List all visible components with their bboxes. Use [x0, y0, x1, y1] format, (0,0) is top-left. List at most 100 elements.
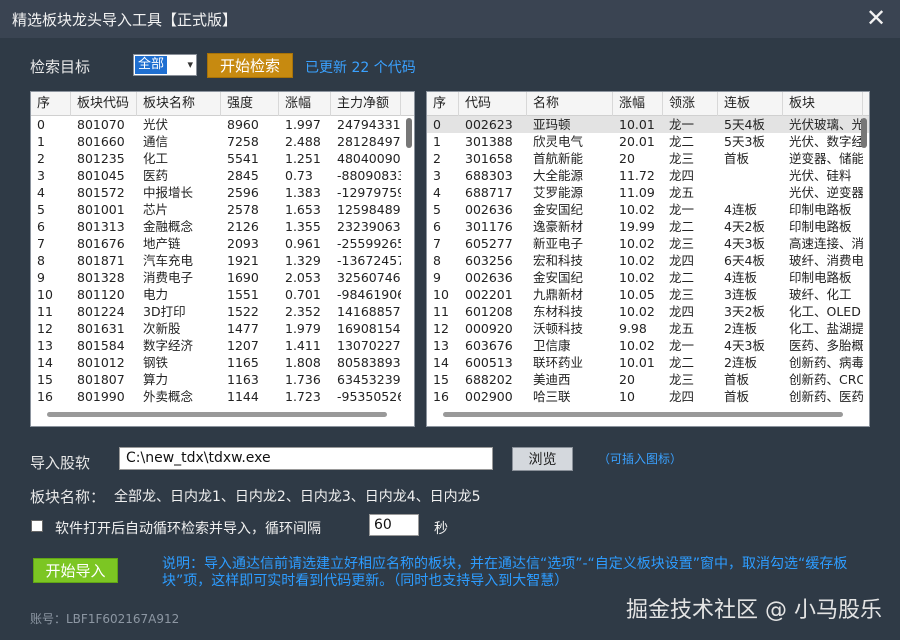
table-cell: 1.383 [285, 185, 321, 200]
table-row[interactable]: 2 801235 化工 5541 1.251 480400904 [31, 150, 414, 167]
table-row[interactable]: 3 801045 医药 2845 0.73 -88090833 [31, 167, 414, 184]
table-cell: 1690 [227, 270, 259, 285]
table-cell: 3天2板 [724, 304, 765, 319]
table-row[interactable]: 3 688303 大全能源 11.72 龙四 光伏、硅料 [427, 167, 869, 184]
table-cell: 801012 [77, 355, 125, 370]
column-header[interactable]: 板块 [783, 92, 863, 116]
table-row[interactable]: 10 801120 电力 1551 0.701 -98461906 [31, 286, 414, 303]
column-header[interactable]: 序 [427, 92, 459, 116]
table-cell: 1.251 [285, 151, 321, 166]
table-row[interactable]: 8 603256 宏和科技 10.02 龙四 6天4板 玻纤、消费电 [427, 252, 869, 269]
table-cell: 301176 [465, 219, 513, 234]
table-cell: 龙一 [669, 117, 695, 132]
table-row[interactable]: 5 002636 金安国纪 10.02 龙一 4连板 印制电路板 [427, 201, 869, 218]
table-row[interactable]: 4 688717 艾罗能源 11.09 龙五 光伏、逆变器 [427, 184, 869, 201]
table-row[interactable]: 14 600513 联环药业 10.01 龙二 2连板 创新药、病毒 [427, 354, 869, 371]
column-header[interactable]: 板块代码 [71, 92, 137, 116]
table-cell: 6 [37, 219, 45, 234]
table-cell: 0 [37, 117, 45, 132]
start-import-button[interactable]: 开始导入 [33, 558, 118, 583]
table-row[interactable]: 0 002623 亚玛顿 10.01 龙一 5天4板 光伏玻璃、光 [427, 116, 869, 133]
browse-button[interactable]: 浏览 [512, 447, 573, 471]
column-header[interactable]: 领涨 [663, 92, 718, 116]
column-header[interactable]: 涨幅 [613, 92, 663, 116]
table-row[interactable]: 15 688202 美迪西 20 龙三 首板 创新药、CRO [427, 371, 869, 388]
table-row[interactable]: 6 801313 金融概念 2126 1.355 232390632 [31, 218, 414, 235]
table-row[interactable]: 15 801807 算力 1163 1.736 634532394 [31, 371, 414, 388]
table-cell: 光伏、硅料 [789, 168, 852, 183]
table-cell: 消费电子 [143, 270, 194, 285]
horizontal-scrollbar[interactable] [47, 412, 387, 417]
table-row[interactable]: 11 801224 3D打印 1522 2.352 141688579 [31, 303, 414, 320]
table-row[interactable]: 7 801676 地产链 2093 0.961 -25599265 [31, 235, 414, 252]
table-row[interactable]: 9 002636 金安国纪 10.02 龙二 4连板 印制电路板 [427, 269, 869, 286]
table-cell: 5541 [227, 151, 259, 166]
table-cell: 2连板 [724, 321, 757, 336]
table-row[interactable]: 9 801328 消费电子 1690 2.053 325607463 [31, 269, 414, 286]
leader-table[interactable]: 序代码 名称 涨幅 领涨 连板 板块 0 002623 亚玛顿 10.01 龙一 5天4板 光伏玻璃、… [426, 91, 870, 427]
table-cell: 801070 [77, 117, 125, 132]
table-cell: 7258 [227, 134, 259, 149]
table-row[interactable]: 7 605277 新亚电子 10.02 龙三 4天3板 高速连接、消 [427, 235, 869, 252]
table-row[interactable]: 2 301658 首航新能 20 龙三 首板 逆变器、储能 [427, 150, 869, 167]
auto-loop-checkbox[interactable] [31, 520, 43, 532]
search-target-value: 全部 [135, 56, 168, 74]
table-cell: 1551 [227, 287, 259, 302]
interval-input[interactable]: 60 [369, 514, 419, 536]
table-cell: 新亚电子 [533, 236, 584, 251]
vertical-scrollbar[interactable] [861, 118, 867, 148]
table-cell: 光伏、逆变器 [789, 185, 863, 200]
column-header[interactable]: 名称 [527, 92, 613, 116]
table-cell: 1 [37, 134, 45, 149]
table-row[interactable]: 13 801584 数字经济 1207 1.411 130702276 [31, 337, 414, 354]
table-cell: 2.488 [285, 134, 321, 149]
sector-table[interactable]: 序板块代码 板块名称 强度 涨幅 主力净额 0 801070 光伏 8960 1.997 2479… [30, 91, 415, 427]
column-header[interactable]: 强度 [221, 92, 279, 116]
table-cell: 1.329 [285, 253, 321, 268]
table-row[interactable]: 1 801660 通信 7258 2.488 281284970 [31, 133, 414, 150]
table-cell: 欣灵电气 [533, 134, 584, 149]
table-cell: 10 [619, 389, 635, 404]
search-target-select[interactable]: 全部 ▾ [133, 54, 197, 76]
column-header[interactable]: 主力净额 [331, 92, 401, 116]
table-cell: 10.01 [619, 355, 655, 370]
table-row[interactable]: 6 301176 逸豪新材 19.99 龙二 4天2板 印制电路板 [427, 218, 869, 235]
table-row[interactable]: 0 801070 光伏 8960 1.997 247943319 [31, 116, 414, 133]
import-software-label: 导入股软 [30, 454, 91, 472]
table-cell: 20 [619, 372, 635, 387]
close-icon[interactable]: ✕ [862, 4, 890, 32]
table-cell: 20.01 [619, 134, 655, 149]
table-row[interactable]: 12 801631 次新股 1477 1.979 16908154 [31, 320, 414, 337]
software-path-input[interactable]: C:\new_tdx\tdxw.exe [119, 447, 493, 470]
table-row[interactable]: 1 301388 欣灵电气 20.01 龙二 5天3板 光伏、数字经 [427, 133, 869, 150]
table-cell: 801584 [77, 338, 125, 353]
table-cell: 801001 [77, 202, 125, 217]
table-cell: 6天4板 [724, 253, 765, 268]
column-header[interactable]: 涨幅 [279, 92, 331, 116]
column-header[interactable]: 序 [31, 92, 71, 116]
table-row[interactable]: 4 801572 中报增长 2596 1.383 -129797591 [31, 184, 414, 201]
horizontal-scrollbar[interactable] [443, 412, 843, 417]
table-row[interactable]: 16 801990 外卖概念 1144 1.723 -95350526 [31, 388, 414, 405]
table-cell: 5 [433, 202, 441, 217]
table-cell: 603256 [465, 253, 513, 268]
column-header[interactable]: 代码 [459, 92, 527, 116]
table-cell: 玻纤、消费电 [789, 253, 863, 268]
table-cell: 1144 [227, 389, 259, 404]
column-header[interactable]: 板块名称 [137, 92, 221, 116]
table-row[interactable]: 16 002900 哈三联 10 龙四 首板 创新药、医药 [427, 388, 869, 405]
table-cell: 4天3板 [724, 236, 765, 251]
table-row[interactable]: 8 801871 汽车充电 1921 1.329 -136724570 [31, 252, 414, 269]
table-row[interactable]: 5 801001 芯片 2578 1.653 125984890 [31, 201, 414, 218]
vertical-scrollbar[interactable] [406, 118, 412, 148]
table-row[interactable]: 11 601208 东材科技 10.02 龙四 3天2板 化工、OLED [427, 303, 869, 320]
table-row[interactable]: 12 000920 沃顿科技 9.98 龙五 2连板 化工、盐湖提 [427, 320, 869, 337]
column-header[interactable]: 连板 [718, 92, 783, 116]
table-cell: 金安国纪 [533, 202, 584, 217]
table-row[interactable]: 13 603676 卫信康 10.02 龙一 4天3板 医药、多胎概 [427, 337, 869, 354]
table-cell: 印制电路板 [789, 202, 852, 217]
start-search-button[interactable]: 开始检索 [207, 53, 293, 78]
table-cell: 232390632 [337, 219, 401, 234]
table-row[interactable]: 10 002201 九鼎新材 10.05 龙三 3连板 玻纤、化工 [427, 286, 869, 303]
table-row[interactable]: 14 801012 钢铁 1165 1.808 805838938 [31, 354, 414, 371]
